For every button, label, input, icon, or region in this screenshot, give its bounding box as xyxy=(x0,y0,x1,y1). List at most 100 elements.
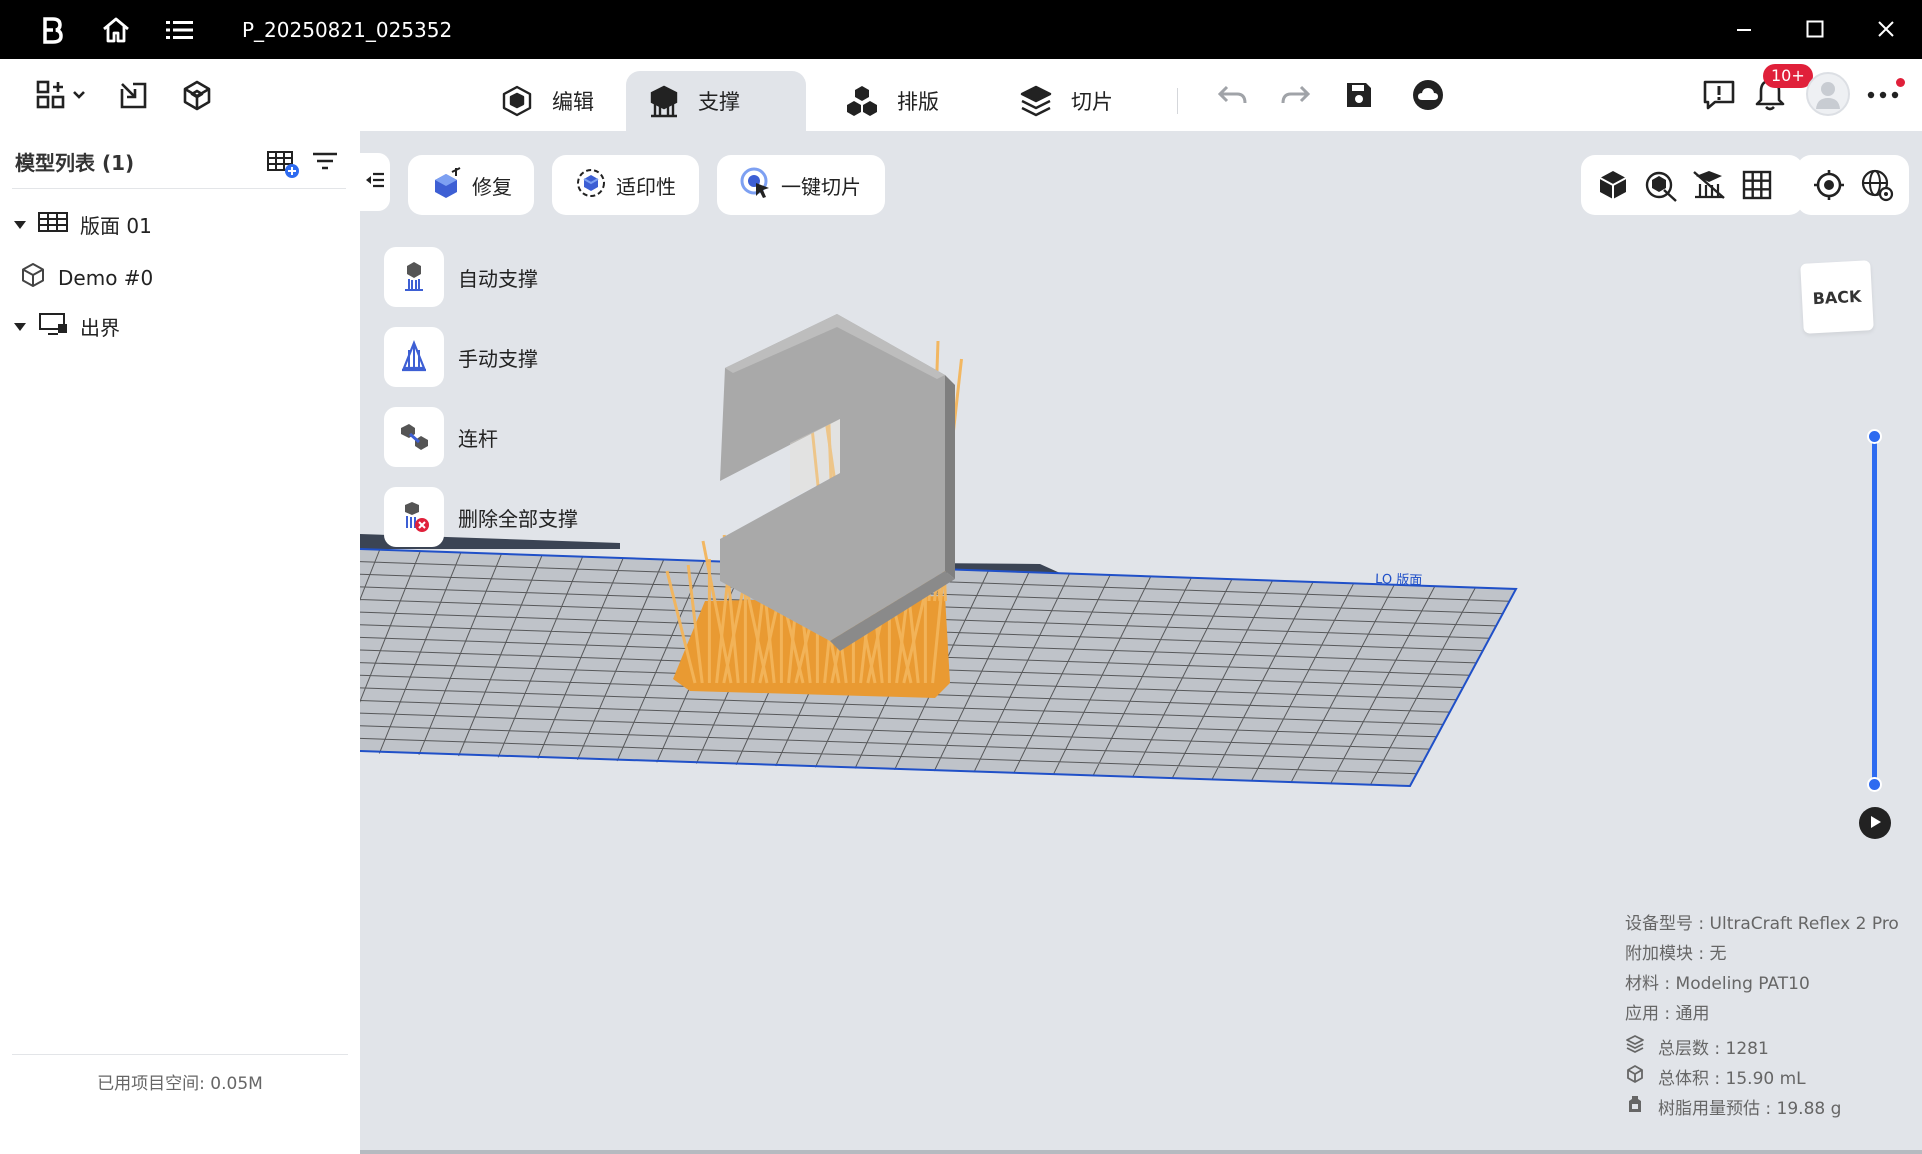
tab-arrange-label: 排版 xyxy=(897,90,939,114)
arrange-icon xyxy=(845,84,879,118)
edit-cube-icon xyxy=(500,84,534,118)
model-cube-icon xyxy=(20,262,46,293)
tab-support-label: 支撑 xyxy=(698,90,740,114)
collapse-left-icon xyxy=(365,172,385,192)
layer-slider-bottom-handle[interactable] xyxy=(1867,777,1882,792)
play-layers-button[interactable] xyxy=(1859,807,1891,839)
play-icon xyxy=(1868,814,1882,833)
import-icon[interactable] xyxy=(114,77,154,113)
menu-list-icon[interactable] xyxy=(164,14,196,46)
home-icon[interactable] xyxy=(100,14,132,46)
tab-slice-label: 切片 xyxy=(1071,90,1113,114)
tree-model-label: Demo #0 xyxy=(58,265,154,290)
tab-edit[interactable]: 编辑 xyxy=(478,71,616,131)
tab-slice[interactable]: 切片 xyxy=(997,71,1135,131)
used-space-label: 已用项目空间: 0.05M xyxy=(97,1074,263,1094)
volume-cube-icon xyxy=(1625,1064,1645,1084)
plate-label: LO 版面 xyxy=(1375,572,1423,589)
resin-bottle-icon xyxy=(1625,1094,1645,1114)
save-icon[interactable] xyxy=(1339,77,1379,113)
toolbar-divider xyxy=(1177,88,1178,114)
cloud-icon[interactable] xyxy=(1408,77,1448,113)
grid-view-icon[interactable] xyxy=(1739,167,1775,203)
out-of-bounds-icon xyxy=(38,312,68,341)
printability-button[interactable]: 适印性 xyxy=(552,155,699,215)
printability-icon xyxy=(574,166,608,205)
tree-outside[interactable]: 出界 xyxy=(14,312,120,341)
layer-slider-top-handle[interactable] xyxy=(1867,429,1882,444)
resin-usage-info: 树脂用量预估 : 19.88 g xyxy=(1658,1099,1842,1119)
filter-icon[interactable] xyxy=(312,151,338,175)
cube-icon[interactable] xyxy=(177,77,217,113)
module-info: 附加模块 : 无 xyxy=(1625,944,1727,964)
view-cube-back[interactable]: BACK xyxy=(1800,260,1874,334)
title-bar: P_20250821_025352 xyxy=(0,0,1922,59)
expand-caret-icon[interactable] xyxy=(14,322,26,331)
collapse-sidebar-button[interactable] xyxy=(360,153,390,211)
device-model-info: 设备型号 : UltraCraft Reflex 2 Pro xyxy=(1625,914,1899,934)
expand-caret-icon[interactable] xyxy=(14,220,26,229)
one-click-slice-button[interactable]: 一键切片 xyxy=(717,155,885,215)
window-title: P_20250821_025352 xyxy=(242,18,453,42)
delete-supports-icon xyxy=(384,487,444,547)
feedback-icon[interactable] xyxy=(1699,77,1739,113)
model-list-panel: 模型列表 (1) 版面 01 Demo #0 出界 已用项目空间: 0.05M xyxy=(0,131,360,1154)
tree-outside-label: 出界 xyxy=(80,316,120,340)
tab-support[interactable]: 支撑 xyxy=(626,71,806,131)
tree-plate-01[interactable]: 版面 01 xyxy=(14,210,152,239)
close-icon[interactable] xyxy=(1866,14,1906,44)
link-rod-label: 连杆 xyxy=(458,426,498,451)
support-icon xyxy=(648,84,680,118)
layer-slider-track[interactable] xyxy=(1872,437,1877,785)
plate-icon xyxy=(38,211,68,238)
delete-all-supports-button[interactable]: 删除全部支撑 xyxy=(384,487,578,547)
status-line xyxy=(360,1150,1922,1154)
tab-edit-label: 编辑 xyxy=(552,90,594,114)
link-rod-icon xyxy=(384,407,444,467)
layers-icon xyxy=(1625,1034,1645,1054)
minimize-icon[interactable] xyxy=(1724,14,1764,44)
main-toolbar: 编辑 支撑 排版 切片 10+ xyxy=(0,59,1922,131)
add-plate-icon[interactable] xyxy=(266,149,300,183)
printability-label: 适印性 xyxy=(616,174,676,199)
view-mode-toolbar xyxy=(1581,155,1803,215)
unread-dot xyxy=(1896,78,1905,87)
one-click-slice-icon xyxy=(739,166,773,205)
avatar[interactable] xyxy=(1806,72,1850,116)
hide-supports-icon[interactable] xyxy=(1691,167,1727,203)
total-volume-info: 总体积 : 15.90 mL xyxy=(1658,1069,1806,1089)
app-logo-icon[interactable] xyxy=(36,14,68,46)
manual-support-label: 手动支撑 xyxy=(458,346,538,371)
auto-support-label: 自动支撑 xyxy=(458,266,538,291)
repair-label: 修复 xyxy=(472,174,512,199)
solid-view-icon[interactable] xyxy=(1595,167,1631,203)
repair-button[interactable]: 修复 xyxy=(408,155,534,215)
tree-plate-label: 版面 01 xyxy=(80,214,152,238)
notification-badge: 10+ xyxy=(1763,64,1813,88)
manual-support-icon xyxy=(384,327,444,387)
redo-icon[interactable] xyxy=(1275,77,1315,113)
tree-model-demo[interactable]: Demo #0 xyxy=(20,262,153,293)
layout-grid-icon[interactable] xyxy=(30,77,90,113)
camera-toolbar xyxy=(1797,155,1909,215)
sidebar-footer-divider xyxy=(12,1054,348,1055)
view-settings-globe-icon[interactable] xyxy=(1859,167,1895,203)
locate-icon[interactable] xyxy=(1811,167,1847,203)
link-rod-button[interactable]: 连杆 xyxy=(384,407,498,467)
manual-support-button[interactable]: 手动支撑 xyxy=(384,327,538,387)
total-layers-info: 总层数 : 1281 xyxy=(1658,1039,1769,1059)
sidebar-divider xyxy=(12,188,346,189)
model-list-title: 模型列表 (1) xyxy=(15,151,135,175)
slice-layers-icon xyxy=(1019,84,1053,118)
material-info: 材料 : Modeling PAT10 xyxy=(1625,974,1810,994)
tab-arrange[interactable]: 排版 xyxy=(823,71,961,131)
delete-all-supports-label: 删除全部支撑 xyxy=(458,506,578,531)
one-click-slice-label: 一键切片 xyxy=(781,174,861,199)
xray-view-icon[interactable] xyxy=(1643,167,1679,203)
undo-icon[interactable] xyxy=(1213,77,1253,113)
auto-support-icon xyxy=(384,247,444,307)
application-info: 应用 : 通用 xyxy=(1625,1004,1710,1024)
maximize-icon[interactable] xyxy=(1795,14,1835,44)
repair-icon xyxy=(430,166,464,205)
auto-support-button[interactable]: 自动支撑 xyxy=(384,247,538,307)
